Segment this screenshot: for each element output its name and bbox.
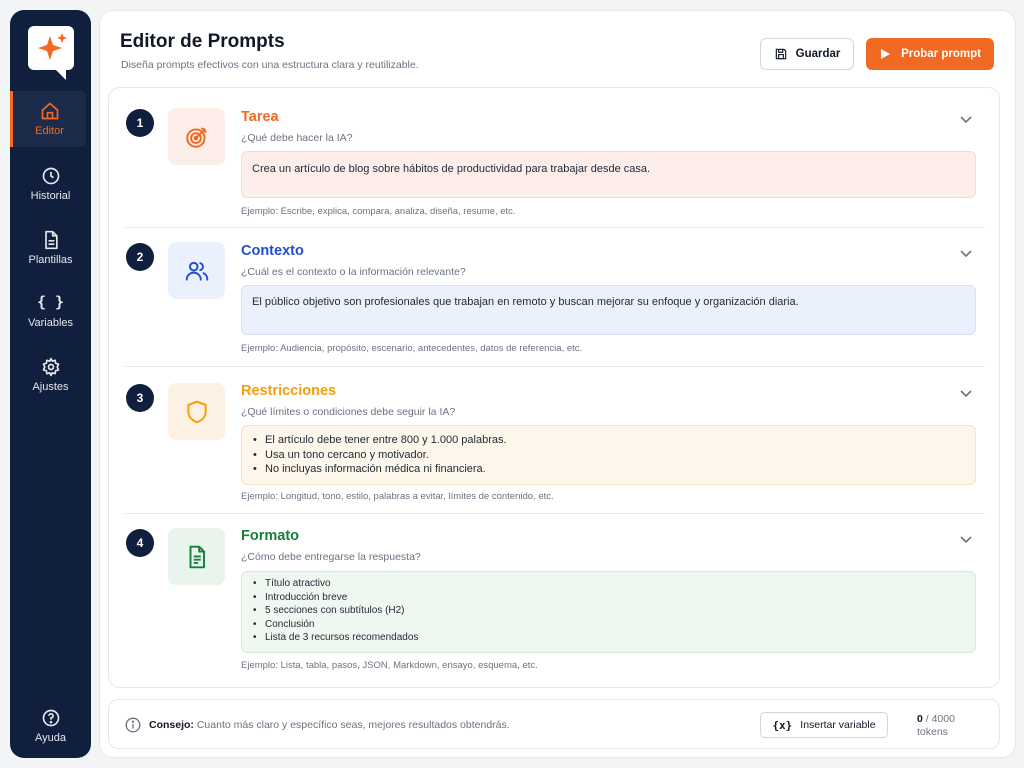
sidebar-item-label: Ayuda [35, 731, 66, 744]
chevron-down-icon[interactable] [959, 532, 973, 546]
section-example: Ejemplo: Audiencia, propósito, escenario… [241, 343, 583, 354]
sidebar-item-historial[interactable]: Historial [10, 156, 91, 212]
sidebar-item-plantillas[interactable]: Plantillas [10, 220, 91, 276]
info-icon [125, 717, 141, 733]
chevron-down-icon[interactable] [959, 246, 973, 260]
save-button[interactable]: Guardar [760, 38, 854, 70]
target-icon [185, 126, 207, 148]
clock-icon [42, 167, 59, 184]
gear-icon [42, 357, 59, 376]
insert-variable-label: Insertar variable [800, 719, 876, 731]
test-prompt-button[interactable]: Probar prompt [866, 38, 994, 70]
tarea-icon-tile [168, 108, 225, 165]
sidebar-item-label: Ajustes [32, 380, 69, 393]
sidebar-item-label: Variables [27, 316, 74, 329]
list-item: Conclusión [252, 618, 965, 632]
section-restricciones: 3 Restricciones ¿Qué límites o condicion… [109, 367, 1001, 513]
document-icon [44, 230, 58, 249]
chevron-down-icon[interactable] [959, 386, 973, 400]
section-tarea: 1 Tarea ¿Qué debe hacer la IA? Crea un a… [109, 88, 1001, 228]
tip-message: Cuanto más claro y específico seas, mejo… [193, 719, 510, 731]
file-text-icon [189, 545, 205, 568]
list-item: Título atractivo [252, 577, 965, 591]
users-icon [185, 261, 208, 281]
restricciones-input[interactable]: El artículo debe tener entre 800 y 1.000… [241, 425, 976, 485]
section-title: Formato [241, 528, 299, 544]
section-example: Ejemplo: Longitud, tono, estilo, palabra… [241, 491, 554, 502]
page-title: Editor de Prompts [120, 31, 285, 52]
editor-footer: Consejo: Cuanto más claro y específico s… [108, 699, 1000, 749]
section-title: Contexto [241, 243, 304, 259]
chevron-down-icon[interactable] [959, 112, 973, 126]
token-unit: tokens [917, 726, 948, 738]
list-item: Introducción breve [252, 591, 965, 605]
help-icon [42, 709, 59, 726]
braces-icon: { } [36, 292, 65, 311]
contexto-icon-tile [168, 242, 225, 299]
main-panel: Editor de Prompts Diseña prompts efectiv… [99, 10, 1016, 758]
save-button-label: Guardar [795, 48, 841, 60]
tip-label: Consejo: [149, 719, 194, 731]
section-question: ¿Qué debe hacer la IA? [241, 132, 353, 144]
logo-icon [28, 26, 74, 80]
section-question: ¿Cómo debe entregarse la respuesta? [241, 551, 421, 563]
step-number: 4 [126, 529, 154, 557]
sidebar-item-ajustes[interactable]: Ajustes [10, 347, 91, 403]
token-limit: / 4000 [922, 713, 955, 725]
save-icon [775, 48, 786, 60]
prompt-sections: 1 Tarea ¿Qué debe hacer la IA? Crea un a… [108, 87, 1000, 688]
sidebar-item-variables[interactable]: { } Variables [10, 283, 91, 339]
page-subtitle: Diseña prompts efectivos con una estruct… [121, 59, 419, 71]
formato-icon-tile [168, 528, 225, 585]
contexto-input[interactable]: El público objetivo son profesionales qu… [241, 285, 976, 335]
sidebar-item-label: Editor [35, 124, 64, 137]
section-question: ¿Qué límites o condiciones debe seguir l… [241, 406, 456, 418]
test-prompt-button-label: Probar prompt [901, 48, 981, 60]
sidebar: Editor Historial Plantillas { } Variable… [10, 10, 91, 758]
step-number: 3 [126, 384, 154, 412]
section-example: Ejemplo: Escribe, explica, compara, anal… [241, 206, 516, 217]
list-item: Lista de 3 recursos recomendados [252, 631, 965, 645]
sidebar-item-label: Historial [30, 189, 71, 202]
sidebar-item-editor[interactable]: Editor [10, 91, 86, 147]
shield-icon [186, 400, 207, 423]
list-item: No incluyas información médica ni financ… [252, 462, 965, 477]
token-counter: 0 / 4000 tokens [917, 713, 955, 739]
variable-icon: {x} [772, 718, 793, 732]
section-question: ¿Cuál es el contexto o la información re… [241, 266, 466, 278]
list-item: El artículo debe tener entre 800 y 1.000… [252, 433, 965, 448]
sidebar-item-ayuda[interactable]: Ayuda [10, 698, 91, 754]
formato-input[interactable]: Título atractivo Introducción breve 5 se… [241, 571, 976, 653]
section-example: Ejemplo: Lista, tabla, pasos, JSON, Mark… [241, 660, 538, 671]
list-item: Usa un tono cercano y motivador. [252, 448, 965, 463]
section-title: Restricciones [241, 383, 337, 399]
section-formato: 4 Formato ¿Cómo debe entregarse la respu… [109, 514, 1001, 688]
insert-variable-button[interactable]: {x} Insertar variable [760, 712, 888, 738]
step-number: 1 [126, 109, 154, 137]
tarea-input[interactable]: Crea un artículo de blog sobre hábitos d… [241, 151, 976, 198]
tip-text: Consejo: Cuanto más claro y específico s… [149, 719, 510, 731]
restricciones-icon-tile [168, 383, 225, 440]
section-contexto: 2 Contexto ¿Cuál es el contexto o la inf… [109, 228, 1001, 366]
sidebar-item-label: Plantillas [28, 253, 73, 266]
play-icon [881, 49, 891, 59]
home-icon [41, 102, 58, 119]
step-number: 2 [126, 243, 154, 271]
list-item: 5 secciones con subtítulos (H2) [252, 604, 965, 618]
section-title: Tarea [241, 109, 279, 125]
